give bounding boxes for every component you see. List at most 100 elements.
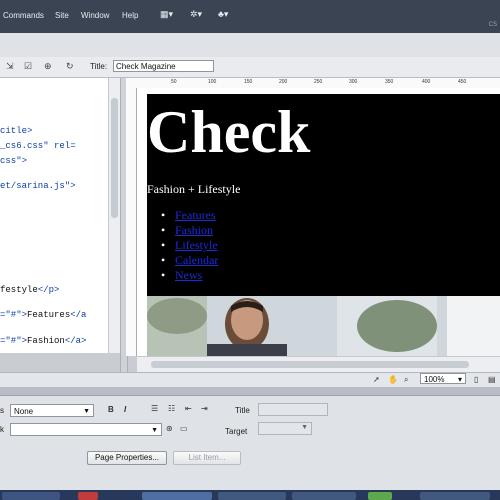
menu-window[interactable]: Window — [81, 11, 109, 20]
taskbar-button[interactable] — [142, 492, 212, 500]
ruler-tick: 150 — [244, 79, 253, 85]
taskbar-button[interactable] — [420, 492, 490, 500]
chevron-down-icon: ▼ — [301, 424, 308, 431]
code-token: </p> — [37, 285, 60, 295]
link-label: k — [0, 425, 4, 434]
target-select[interactable]: ▼ — [258, 422, 312, 435]
code-view[interactable]: citle> _cs6.css" rel= css"> et/sarina.js"> f… — [0, 78, 108, 353]
indent-icon[interactable]: ⇥ — [201, 404, 208, 413]
taskbar-button[interactable] — [218, 492, 286, 500]
nav-item: Calendar — [161, 253, 218, 268]
title-label: Title: — [90, 62, 108, 71]
header-section: Check Fashion + Lifestyle Features Fashi… — [147, 94, 500, 296]
link-field[interactable]: ▼ — [10, 423, 162, 436]
browser-check-icon[interactable]: ⊕ — [44, 61, 52, 72]
site-tagline: Fashion + Lifestyle — [147, 182, 241, 196]
code-line: ="#">Fashion</a> — [0, 336, 86, 346]
menu-site[interactable]: Site — [55, 11, 69, 20]
page-properties-button[interactable]: Page Properties... — [87, 451, 167, 465]
document-title-input[interactable]: Check Magazine — [113, 60, 214, 72]
code-token: ="#"> — [0, 310, 28, 320]
target-label: Target — [225, 427, 248, 436]
chevron-down-icon: ▼ — [83, 408, 90, 415]
code-line: et/sarina.js"> — [0, 181, 76, 191]
refresh-icon[interactable]: ↻ — [66, 61, 74, 72]
menu-help[interactable]: Help — [122, 11, 138, 20]
code-token: ="#"> — [0, 336, 28, 346]
site-nav-list: Features Fashion Lifestyle Calendar News — [161, 208, 218, 283]
nav-item: News — [161, 268, 218, 283]
validate-icon[interactable]: ☑ — [24, 61, 32, 72]
code-token: festyle — [0, 285, 38, 295]
format-select[interactable]: None ▼ — [10, 404, 94, 417]
chevron-down-icon: ▼ — [151, 427, 158, 434]
hand-tool-icon[interactable]: ✋ — [388, 375, 398, 384]
nav-item: Features — [161, 208, 218, 223]
ruler-tick: 400 — [422, 79, 431, 85]
select-tool-icon[interactable]: ➚ — [373, 375, 380, 384]
code-line: ="#">Features</a — [0, 310, 86, 320]
list-item-button[interactable]: List Item... — [173, 451, 241, 465]
code-token: _cs6.css" rel= — [0, 141, 76, 151]
hero-photo — [147, 296, 500, 356]
italic-icon[interactable]: I — [124, 405, 126, 414]
nav-link-calendar[interactable]: Calendar — [175, 253, 218, 267]
nav-link-news[interactable]: News — [175, 268, 202, 282]
code-token: css"> — [0, 156, 28, 166]
taskbar-button[interactable] — [368, 492, 392, 500]
property-inspector: s None ▼ B I ☰ ☷ ⇤ ⇥ Title k ▼ ⊛ ▭ Target… — [0, 396, 500, 490]
link-title-label: Title — [235, 406, 250, 415]
property-inspector-header[interactable] — [0, 387, 500, 396]
window-size-icon[interactable]: ▯ — [474, 375, 478, 384]
nav-item: Fashion — [161, 223, 218, 238]
ordered-list-icon[interactable]: ☷ — [168, 404, 175, 413]
link-title-field[interactable] — [258, 403, 328, 416]
design-view-scrollbar[interactable] — [137, 356, 500, 373]
document-toolbar: ⇲ ☑ ⊕ ↻ Title: Check Magazine — [0, 57, 500, 78]
menu-commands[interactable]: Commands — [3, 11, 44, 20]
site-manager-icon[interactable]: ♣▾ — [218, 9, 228, 20]
ruler-tick: 250 — [314, 79, 323, 85]
code-token: </a> — [64, 336, 87, 346]
code-token: Fashion — [27, 336, 65, 346]
taskbar-button[interactable] — [78, 492, 98, 500]
format-value: None — [14, 407, 34, 416]
zoom-select[interactable]: 100% ▾ — [420, 373, 466, 384]
document-tab-strip — [0, 33, 500, 58]
outdent-icon[interactable]: ⇤ — [185, 404, 192, 413]
layout-switcher-icon[interactable]: ▦▾ — [160, 9, 173, 20]
browse-folder-icon[interactable]: ▭ — [180, 424, 188, 433]
ruler-tick: 450 — [458, 79, 467, 85]
nav-link-features[interactable]: Features — [175, 208, 216, 222]
extend-gear-icon[interactable]: ✲▾ — [190, 9, 202, 20]
unordered-list-icon[interactable]: ☰ — [151, 404, 158, 413]
point-to-file-icon[interactable]: ⊛ — [166, 424, 173, 433]
ruler-tick: 200 — [279, 79, 288, 85]
nav-item: Lifestyle — [161, 238, 218, 253]
scrollbar-thumb[interactable] — [111, 98, 118, 218]
bold-icon[interactable]: B — [108, 405, 114, 414]
os-taskbar — [0, 490, 500, 500]
code-line: citle> — [0, 126, 32, 136]
version-label: CS — [488, 22, 497, 28]
code-line: css"> — [0, 156, 27, 166]
ruler-tick: 50 — [171, 79, 177, 85]
encoding-icon[interactable]: ▤ — [488, 375, 496, 384]
format-label: s — [0, 406, 4, 415]
code-token: et/sarina.js"> — [0, 181, 76, 191]
design-view[interactable]: Check Fashion + Lifestyle Features Fashi… — [137, 88, 500, 356]
taskbar-button[interactable] — [2, 492, 60, 500]
nav-link-lifestyle[interactable]: Lifestyle — [175, 238, 218, 252]
scrollbar-thumb[interactable] — [151, 361, 469, 368]
nav-link-fashion[interactable]: Fashion — [175, 223, 213, 237]
application-menu-bar: Commands Site Window Help ▦▾ ✲▾ ♣▾ CS — [0, 0, 500, 33]
vertical-ruler — [126, 88, 137, 356]
ruler-tick: 300 — [349, 79, 358, 85]
taskbar-button[interactable] — [292, 492, 356, 500]
code-token: citle> — [0, 126, 33, 136]
hero-photo-illustration — [147, 296, 500, 356]
zoom-tool-icon[interactable]: ⌕ — [404, 375, 408, 385]
multiscreen-icon[interactable]: ⇲ — [6, 61, 14, 72]
ruler-tick: 100 — [208, 79, 217, 85]
site-brand-heading: Check — [147, 99, 311, 165]
